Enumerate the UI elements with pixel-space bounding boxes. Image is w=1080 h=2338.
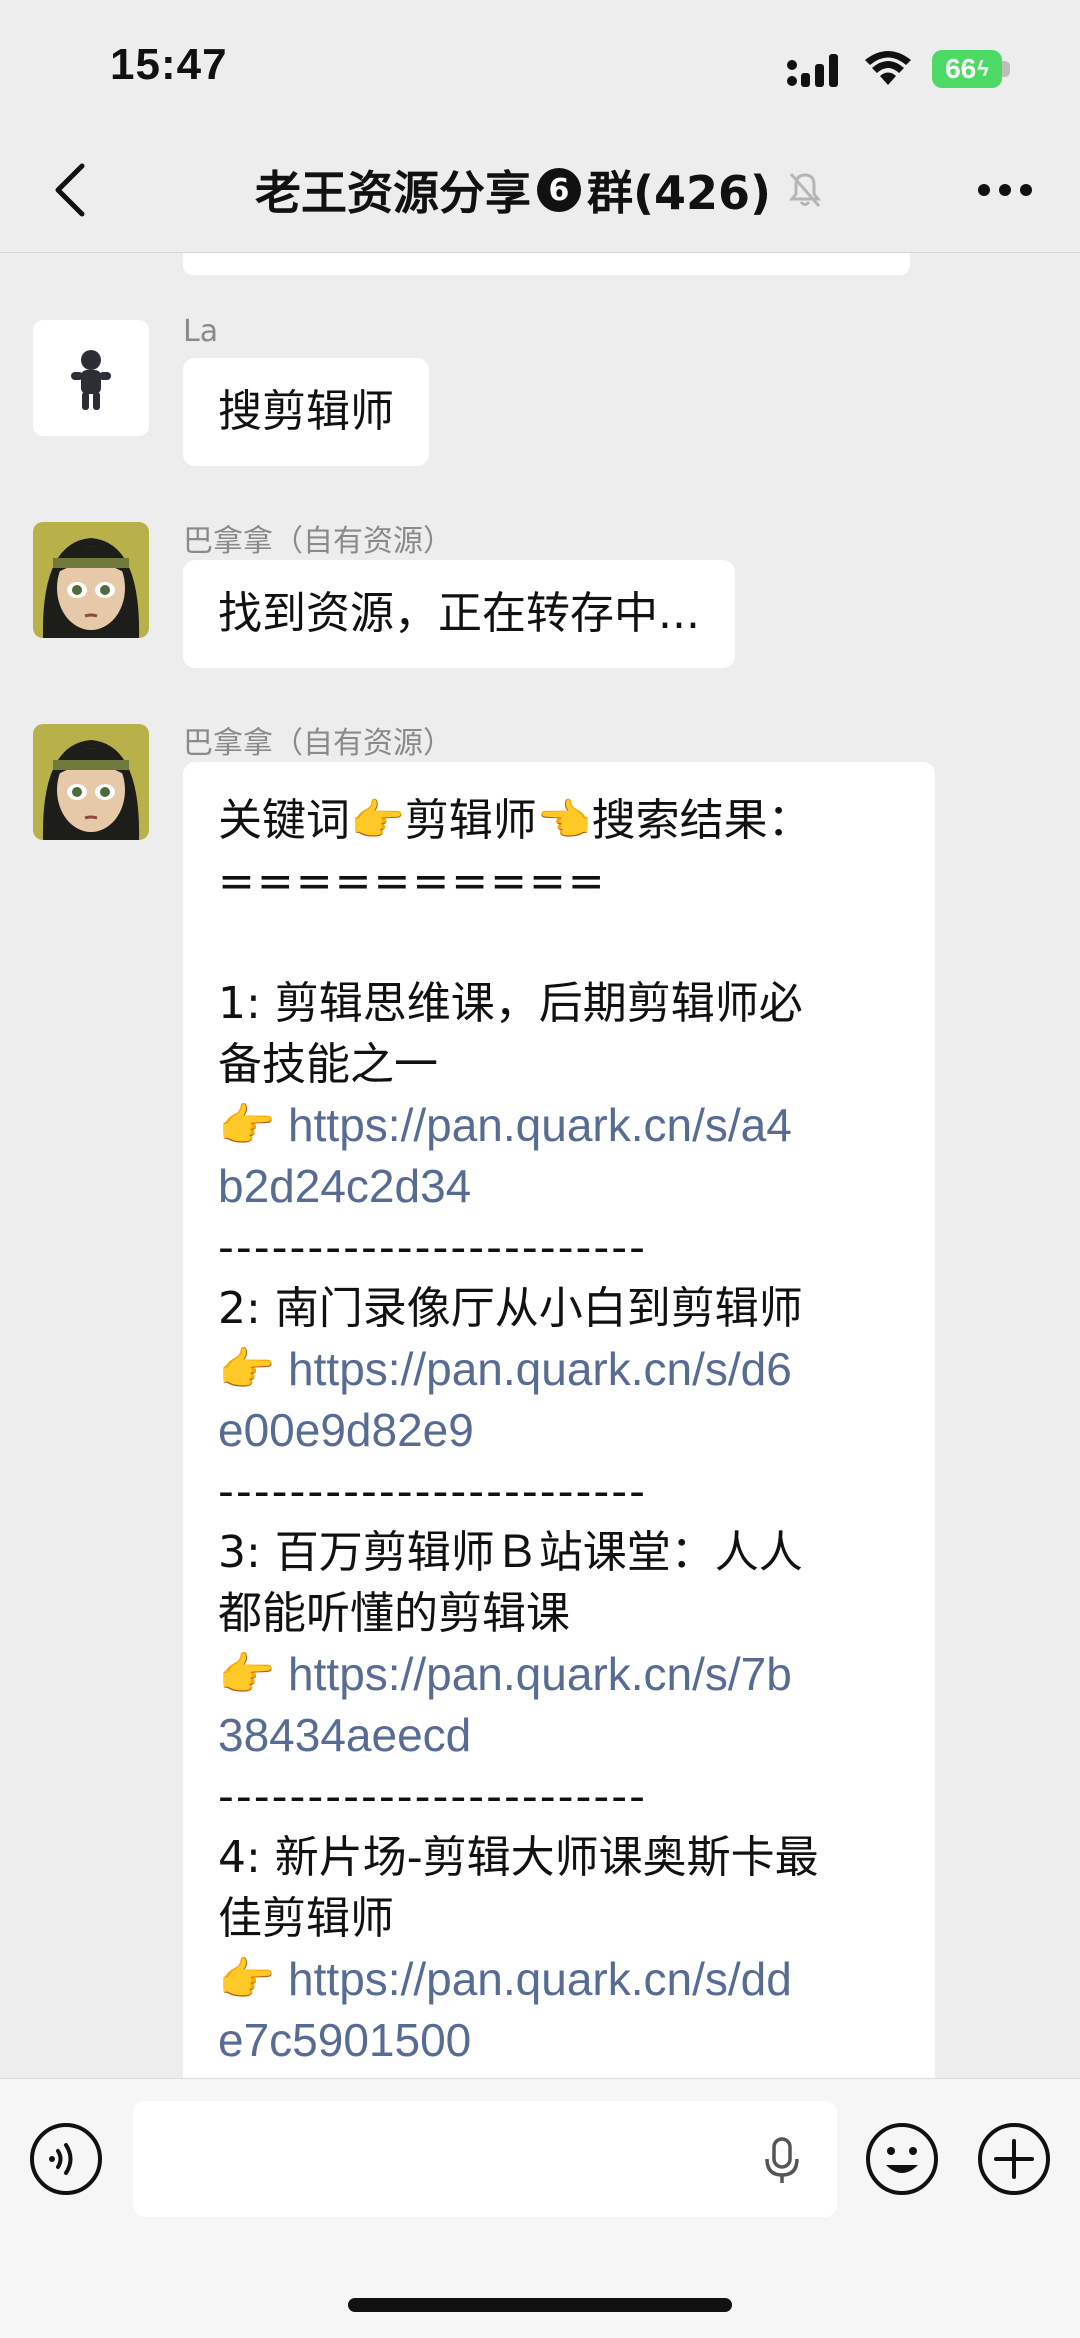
battery-level: 66 (945, 53, 977, 84)
result-link[interactable]: 👉 https://pan.quark.cn/s/7b (218, 1644, 900, 1705)
avatar[interactable] (33, 724, 149, 840)
status-bar: 15:47 66 ϟ (0, 0, 1080, 130)
input-bar (0, 2078, 1080, 2338)
more-functions-button[interactable] (976, 2121, 1052, 2197)
result-link[interactable]: e00e9d82e9 (218, 1400, 900, 1461)
result-link[interactable]: 👉 https://pan.quark.cn/s/a4 (218, 1095, 900, 1156)
result-title: 备技能之一 (218, 1039, 438, 1090)
more-button[interactable] (970, 160, 1040, 220)
result-title: 2: 南门录像厅从小白到剪辑师 (218, 1283, 803, 1334)
chat-title-prefix: 老王资源分享 (254, 166, 531, 220)
result-link[interactable]: e7c5901500 (218, 2010, 900, 2071)
group-number-badge: 6 (536, 168, 581, 212)
separator-line: ------------------------ (218, 1771, 648, 1822)
battery-cap (1002, 61, 1010, 77)
result-link[interactable]: 👉 https://pan.quark.cn/s/d6 (218, 1339, 900, 1400)
result-link[interactable]: 38434aeecd (218, 1705, 900, 1766)
charging-bolt-icon: ϟ (977, 56, 989, 81)
result-title: 3: 百万剪辑师Ｂ站课堂：人人 (218, 1527, 803, 1578)
emoji-button[interactable] (864, 2121, 940, 2197)
avatar[interactable] (33, 320, 149, 436)
avatar-portrait-icon (33, 522, 149, 638)
battery-indicator: 66 ϟ (932, 50, 1002, 88)
signal-icon (787, 54, 838, 87)
chat-title: 老王资源分享 6 群(426) (0, 160, 1080, 220)
avatar-figure-icon (71, 350, 111, 410)
result-title: 1: 剪辑思维课，后期剪辑师必 (218, 978, 803, 1029)
avatar-portrait-icon (33, 724, 149, 840)
voice-button[interactable] (28, 2121, 104, 2197)
mic-icon[interactable] (757, 2135, 807, 2185)
sender-name: 巴拿拿（自有资源） (183, 524, 453, 559)
message-bubble[interactable]: 找到资源，正在转存中... (183, 560, 735, 668)
wifi-icon (865, 51, 911, 85)
message-input[interactable] (133, 2101, 837, 2217)
status-time: 15:47 (110, 40, 228, 89)
separator-line: ------------------------ (218, 1222, 648, 1273)
plus-icon (978, 2123, 1050, 2195)
emoji-icon (866, 2123, 938, 2195)
home-indicator[interactable] (348, 2298, 732, 2312)
result-title: 4: 新片场-剪辑大师课奥斯卡最 (218, 1832, 819, 1883)
message-bubble[interactable]: 搜剪辑师 (183, 358, 429, 466)
result-link[interactable]: b2d24c2d34 (218, 1156, 900, 1217)
result-title: 佳剪辑师 (218, 1893, 394, 1944)
more-dots-icon (978, 184, 1032, 196)
voice-icon (30, 2123, 102, 2195)
previous-message-bubble[interactable] (183, 253, 910, 275)
result-heading: 关键词👉剪辑师👈搜索结果： (218, 795, 812, 846)
result-title: 都能听懂的剪辑课 (218, 1588, 570, 1639)
nav-bar: 老王资源分享 6 群(426) (0, 130, 1080, 253)
bell-slash-icon (788, 173, 822, 207)
chat-area[interactable]: La 搜剪辑师 巴拿拿（自有资源） 找到资源，正在转存中... 巴拿拿（自有资源… (0, 253, 1080, 2078)
result-link[interactable]: 👉 https://pan.quark.cn/s/dd (218, 1949, 900, 2010)
separator-line: ------------------------ (218, 1466, 648, 1517)
sender-name: La (183, 314, 219, 349)
search-result-bubble[interactable]: 关键词👉剪辑师👈搜索结果： ========== 1: 剪辑思维课，后期剪辑师必… (183, 762, 935, 2078)
sender-name: 巴拿拿（自有资源） (183, 726, 453, 761)
chat-title-suffix: 群(426) (586, 166, 772, 220)
separator-line: ========== (218, 856, 607, 907)
status-icons: 66 ϟ (786, 50, 1010, 88)
avatar[interactable] (33, 522, 149, 638)
